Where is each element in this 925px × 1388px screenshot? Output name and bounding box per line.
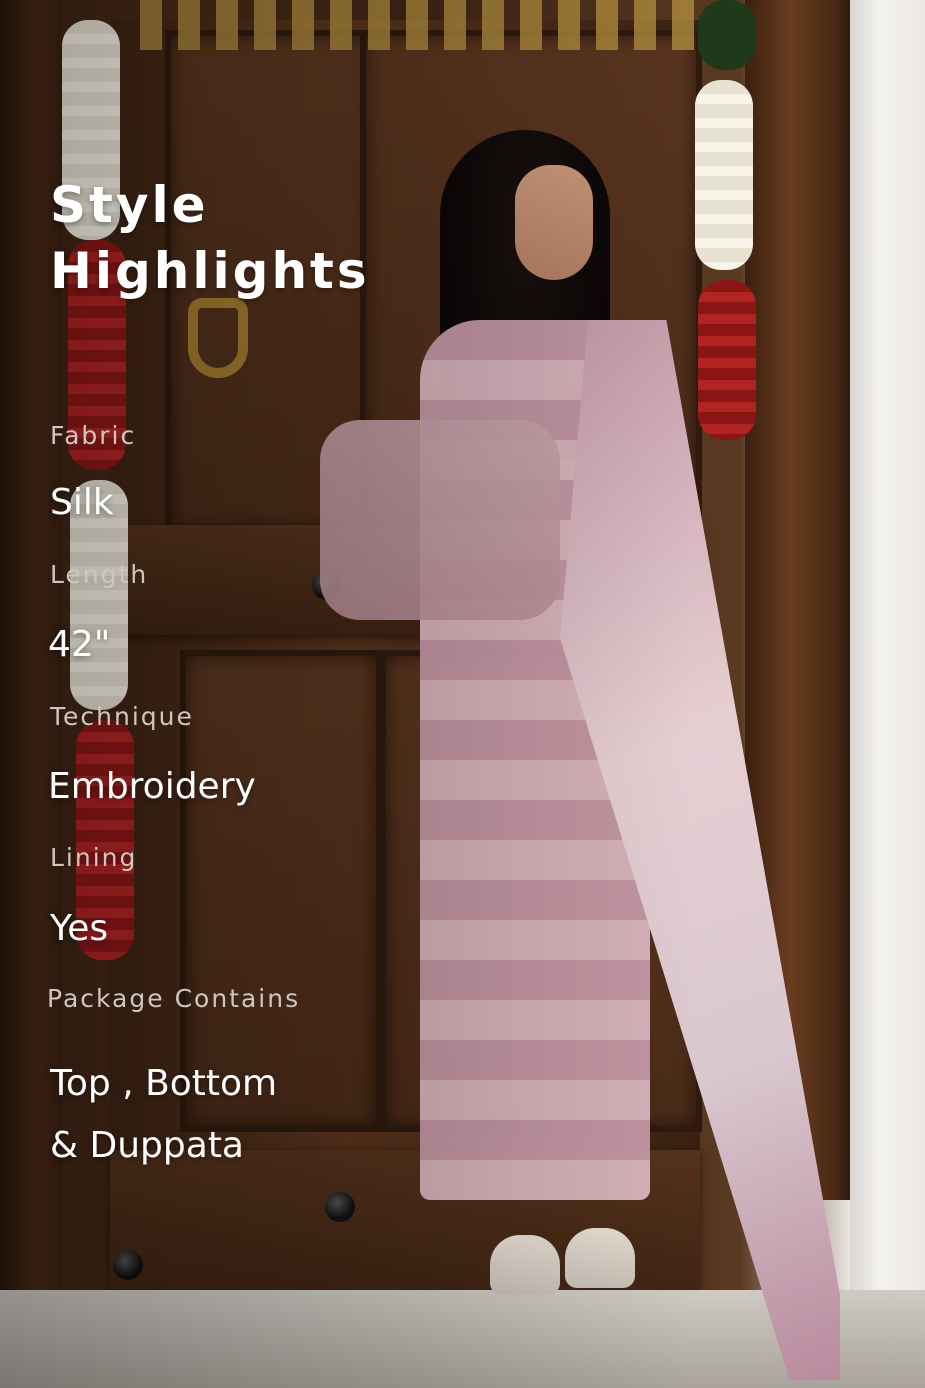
style-highlights-title: Style Highlights xyxy=(50,176,370,300)
length-value: 42" xyxy=(48,624,111,665)
lining-value: Yes xyxy=(50,908,109,949)
package-contains-value: Top , Bottom & Duppata xyxy=(50,1063,278,1166)
fabric-value: Silk xyxy=(50,482,114,523)
length-label: Length xyxy=(50,560,149,589)
lining-label: Lining xyxy=(50,843,138,872)
technique-label: Technique xyxy=(50,702,194,731)
product-highlight-image: Style Highlights Fabric Silk Length 42" … xyxy=(0,0,925,1388)
fabric-label: Fabric xyxy=(50,421,137,450)
technique-value: Embroidery xyxy=(48,766,256,807)
package-contains-label: Package Contains xyxy=(47,984,301,1013)
